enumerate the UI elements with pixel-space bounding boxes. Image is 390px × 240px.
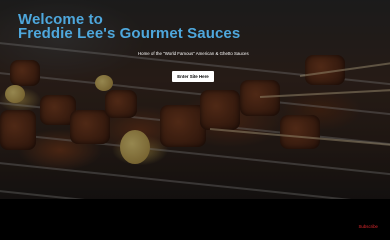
subscribe-link[interactable]: Subscribe: [358, 224, 378, 230]
landing-page: Welcome to Freddie Lee's Gourmet Sauces …: [0, 0, 390, 240]
enter-site-button[interactable]: Enter Site Here: [172, 71, 214, 82]
title-line-2: Freddie Lee's Gourmet Sauces: [18, 25, 241, 42]
footer: Subscribe: [0, 199, 390, 240]
hero-tagline: Home of the "World Famous" American & Gh…: [138, 51, 249, 56]
page-title: Welcome to Freddie Lee's Gourmet Sauces: [18, 12, 241, 42]
